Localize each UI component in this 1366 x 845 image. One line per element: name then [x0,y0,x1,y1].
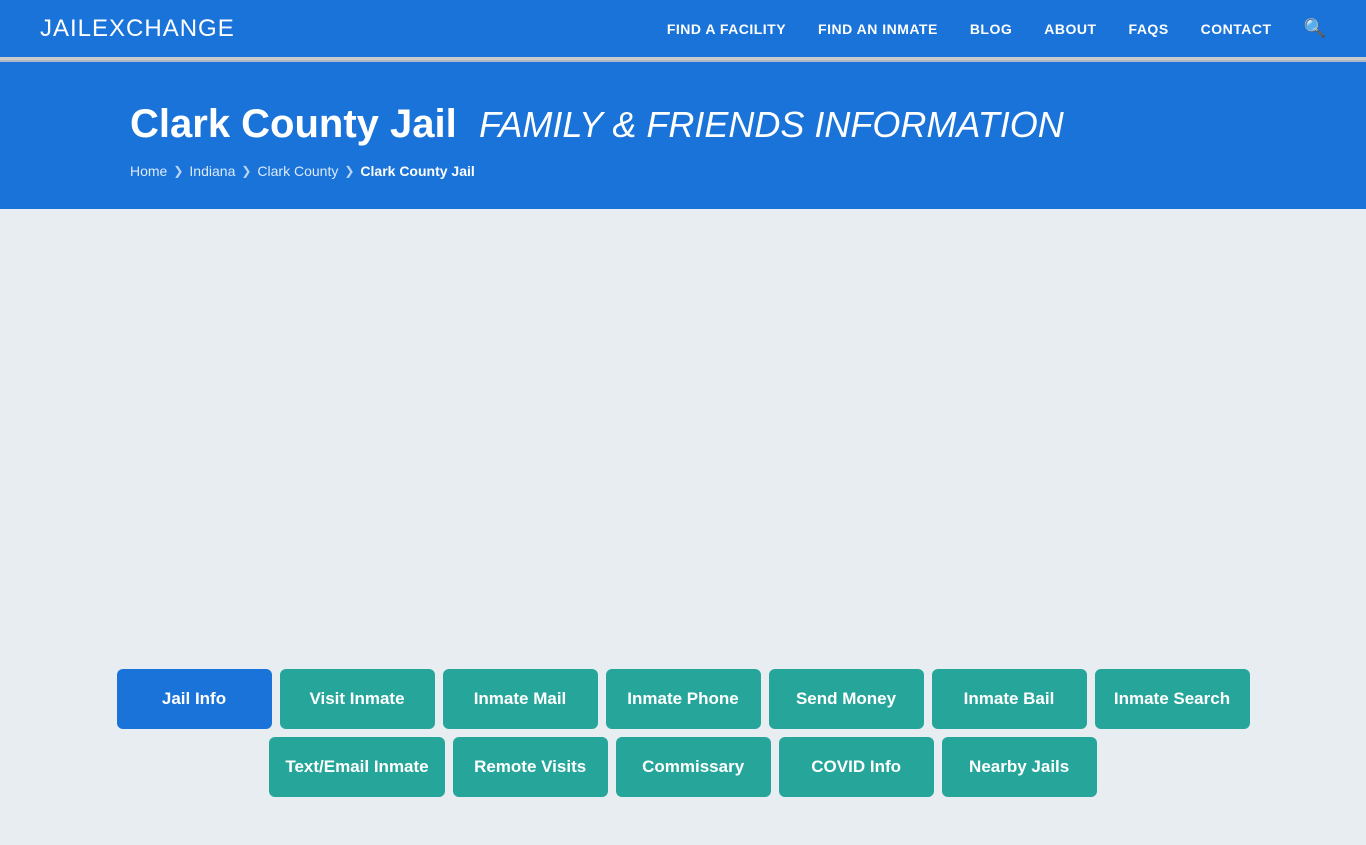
site-logo[interactable]: JAILEXCHANGE [40,15,235,43]
btn-commissary[interactable]: Commissary [616,737,771,797]
btn-inmate-mail[interactable]: Inmate Mail [443,669,598,729]
logo-bold: JAIL [40,15,92,42]
page-title-sub: FAMILY & FRIENDS INFORMATION [479,104,1064,145]
hero-section: Clark County Jail FAMILY & FRIENDS INFOR… [0,62,1366,209]
btn-remote-visits[interactable]: Remote Visits [453,737,608,797]
btn-text-email-inmate[interactable]: Text/Email Inmate [269,737,444,797]
btn-jail-info[interactable]: Jail Info [117,669,272,729]
search-icon[interactable]: 🔍 [1304,18,1326,39]
nav-find-facility[interactable]: FIND A FACILITY [667,21,786,37]
btn-nearby-jails[interactable]: Nearby Jails [942,737,1097,797]
nav-find-inmate[interactable]: FIND AN INMATE [818,21,938,37]
breadcrumb-indiana[interactable]: Indiana [189,163,235,179]
buttons-section: Jail Info Visit Inmate Inmate Mail Inmat… [0,669,1366,845]
btn-visit-inmate[interactable]: Visit Inmate [280,669,435,729]
page-title-main: Clark County Jail [130,102,457,146]
btn-inmate-bail[interactable]: Inmate Bail [932,669,1087,729]
btn-send-money[interactable]: Send Money [769,669,924,729]
logo-light: EXCHANGE [92,15,235,42]
breadcrumb-current: Clark County Jail [360,163,474,179]
breadcrumb-chevron-1: ❯ [173,164,183,178]
nav-contact[interactable]: CONTACT [1201,21,1272,37]
btn-inmate-search[interactable]: Inmate Search [1095,669,1250,729]
main-nav: FIND A FACILITY FIND AN INMATE BLOG ABOU… [667,18,1326,39]
breadcrumb-home[interactable]: Home [130,163,167,179]
breadcrumb-chevron-2: ❯ [241,164,251,178]
site-header: JAILEXCHANGE FIND A FACILITY FIND AN INM… [0,0,1366,60]
buttons-row-2: Text/Email Inmate Remote Visits Commissa… [130,737,1236,797]
btn-inmate-phone[interactable]: Inmate Phone [606,669,761,729]
breadcrumb: Home ❯ Indiana ❯ Clark County ❯ Clark Co… [130,163,1236,179]
nav-about[interactable]: ABOUT [1044,21,1096,37]
buttons-row-1: Jail Info Visit Inmate Inmate Mail Inmat… [130,669,1236,729]
nav-faqs[interactable]: FAQs [1129,21,1169,37]
breadcrumb-clark-county[interactable]: Clark County [257,163,338,179]
btn-covid-info[interactable]: COVID Info [779,737,934,797]
main-content-area [0,209,1366,669]
page-title: Clark County Jail FAMILY & FRIENDS INFOR… [130,102,1236,147]
breadcrumb-chevron-3: ❯ [344,164,354,178]
nav-blog[interactable]: BLOG [970,21,1012,37]
